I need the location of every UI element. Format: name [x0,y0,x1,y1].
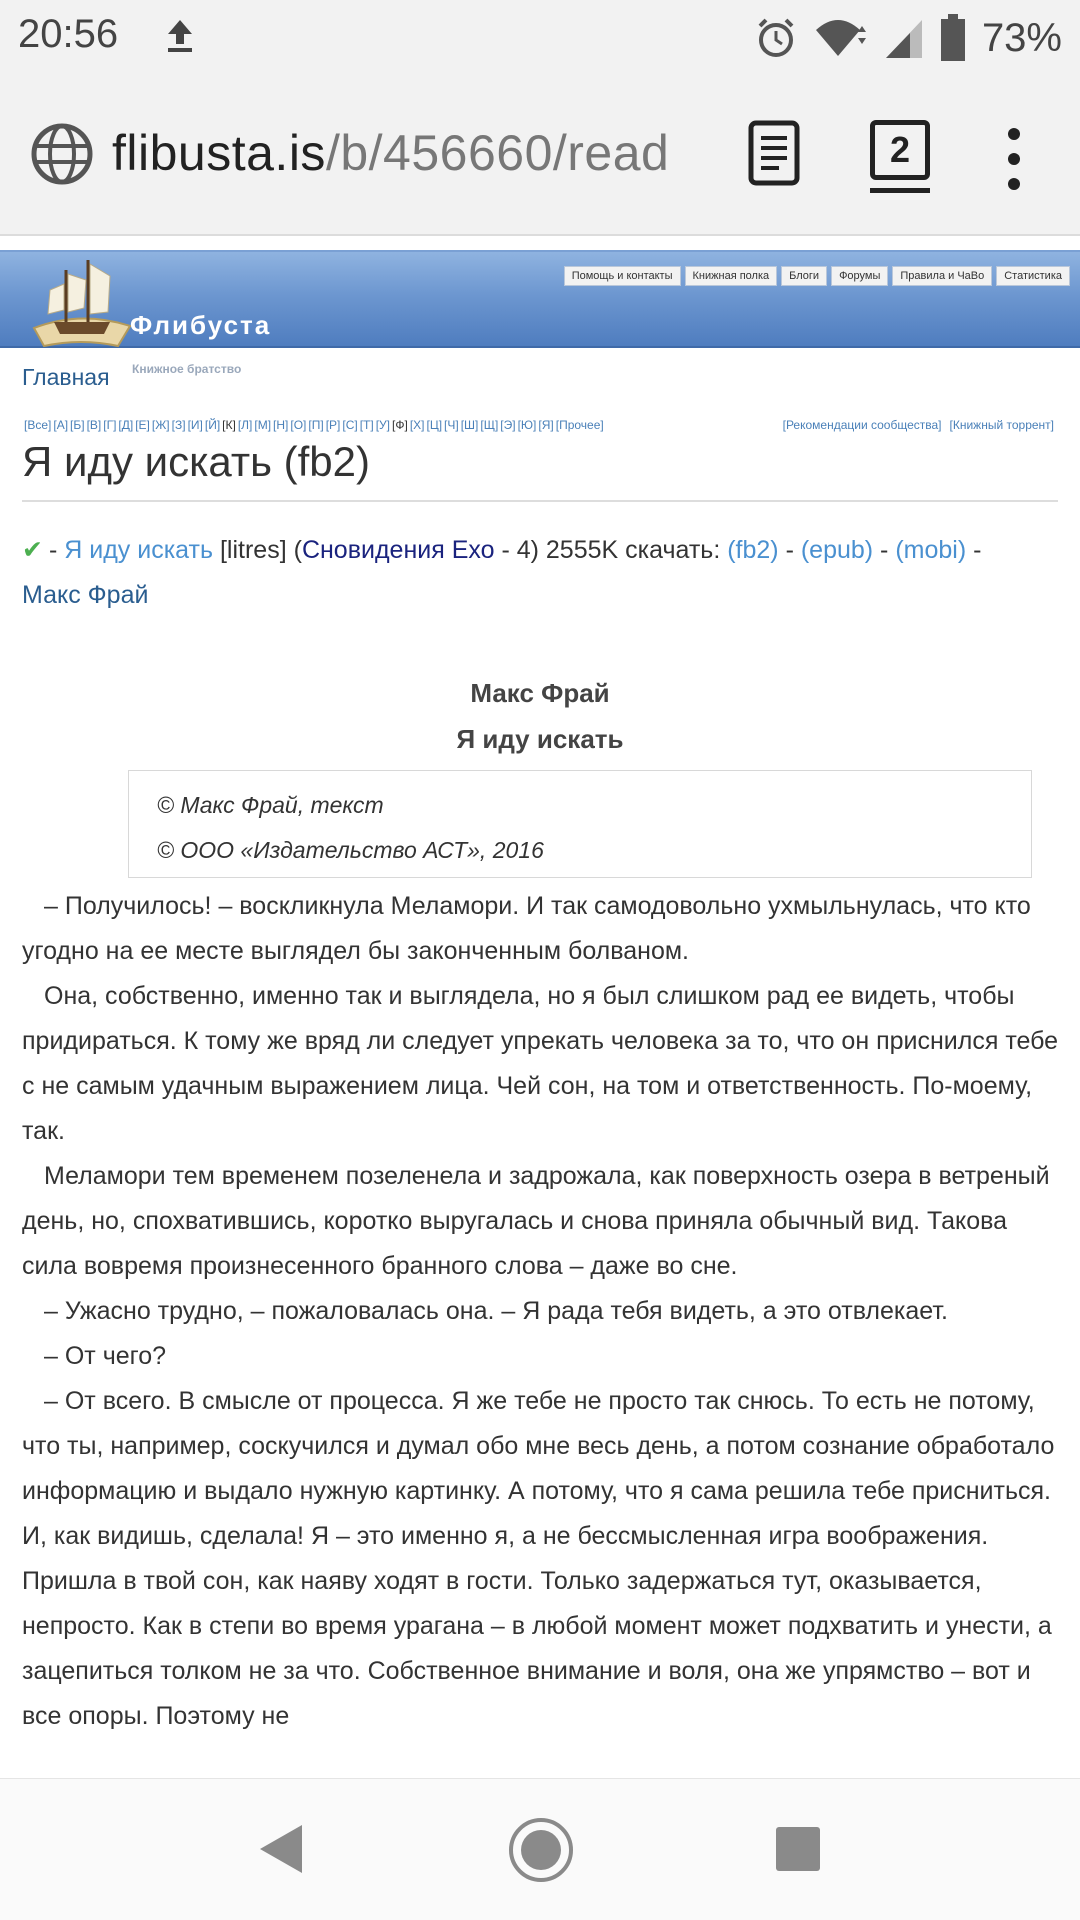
series-link[interactable]: Сновидения Ехо [302,536,495,564]
topnav-help[interactable]: Помощь и контакты [563,266,681,286]
series-open-paren: ( [293,536,302,564]
topnav-forums[interactable]: Форумы [831,266,889,286]
sep: - [778,536,801,564]
alphabet-link[interactable]: [Ц] [426,418,442,432]
alphabet-link[interactable]: [Все] [24,418,51,432]
book-info-line: ✔ - Я иду искать [litres] (Сновидения Ехо… [22,528,1062,618]
recommendations-link[interactable]: [Рекомендации сообщества] [783,418,942,432]
text-paragraph: – Получилось! – воскликнула Меламори. И … [22,892,1031,965]
alphabet-link[interactable]: [Прочее] [556,418,604,432]
alphabet-link[interactable]: [Э] [500,418,515,432]
book-line-prefix: - [48,536,58,564]
download-mobi-link[interactable]: (mobi) [895,536,966,564]
book-title-heading: Я иду искать [456,724,624,754]
status-bar: 20:56 73% [0,0,1080,76]
torrent-link[interactable]: [Книжный торрент] [950,418,1054,432]
browser-toolbar: flibusta.is/b/456660/read 2 [0,76,1080,236]
alphabet-link[interactable]: [М] [254,418,271,432]
site-slogan: Книжное братство [132,362,242,376]
book-author-heading: Макс Фрай [470,678,610,708]
page-title: Я иду искать (fb2) [22,438,370,485]
system-nav-bar [0,1778,1080,1920]
alphabet-link[interactable]: [Б] [70,418,85,432]
back-icon[interactable] [256,1823,304,1875]
status-icons: 73% [754,10,1062,66]
text-paragraph: – От всего. В смысле от процесса. Я же т… [22,1387,1055,1730]
battery-icon [940,14,965,61]
book-text: – Получилось! – воскликнула Меламори. И … [22,884,1062,1778]
url-domain: flibusta.is [112,125,326,181]
alphabet-index: [Все] [А] [Б] [В] [Г] [Д] [Е] [Ж] [З] [И] [Й] [К] [Л… [24,418,606,432]
sep: - [966,536,982,564]
alphabet-link[interactable]: [В] [87,418,102,432]
alphabet-link[interactable]: [О] [290,418,306,432]
status-time: 20:56 [18,12,119,56]
alphabet-link[interactable]: [Ж] [152,418,170,432]
ship-logo-icon[interactable] [26,250,136,354]
alphabet-link[interactable]: [Щ] [480,418,498,432]
sep: - [873,536,896,564]
wifi-icon [815,20,866,56]
download-fb2-link[interactable]: (fb2) [727,536,778,564]
copyright-line: © ООО «Издательство АСТ», 2016 [157,837,544,863]
topnav-rules[interactable]: Правила и ЧаВо [892,266,993,286]
community-links: [Рекомендации сообщества] [Книжный торрен… [775,418,1054,432]
alphabet-link[interactable]: [Я] [538,418,553,432]
author-link[interactable]: Макс Фрай [22,581,148,609]
alphabet-link[interactable]: [П] [308,418,323,432]
text-paragraph: Меламори тем временем позеленела и задро… [22,1162,1050,1280]
reader-mode-icon[interactable] [748,120,800,186]
alphabet-link[interactable]: [И] [188,418,203,432]
url-path: /b/456660/read [325,125,670,181]
copyright-line: © Макс Фрай, текст [157,792,384,818]
overflow-menu-icon[interactable] [1004,124,1024,194]
battery-percent: 73% [981,15,1062,60]
alphabet-link[interactable]: [Н] [273,418,288,432]
alphabet-link[interactable]: [Ю] [518,418,537,432]
text-paragraph: – Ужасно трудно, – пожаловалась она. – Я… [44,1297,948,1325]
series-info: - 4) 2555K скачать: [494,536,728,564]
alphabet-link[interactable]: [Х] [410,418,425,432]
alphabet-link[interactable]: [Г] [103,418,116,432]
copyright-box: © Макс Фрай, текст © ООО «Издательство А… [128,770,1032,878]
alphabet-link[interactable]: [Л] [238,418,253,432]
topnav-bookshelf[interactable]: Книжная полка [684,266,778,286]
alphabet-link[interactable]: [Ш] [461,418,479,432]
alphabet-link[interactable]: [Р] [326,418,341,432]
alphabet-link[interactable]: [Й] [205,418,220,432]
alphabet-link[interactable]: [З] [172,418,186,432]
alphabet-link[interactable]: [Д] [118,418,133,432]
alphabet-link[interactable]: [С] [342,418,357,432]
alphabet-link[interactable]: [Ф] [392,418,408,432]
alphabet-link[interactable]: [К] [222,418,236,432]
recent-apps-icon[interactable] [776,1827,820,1871]
alarm-icon [758,18,794,57]
home-link[interactable]: Главная [22,364,110,391]
topnav-stats[interactable]: Статистика [996,266,1070,286]
alphabet-link[interactable]: [Т] [360,418,374,432]
book-link[interactable]: Я иду искать [64,536,213,564]
download-epub-link[interactable]: (epub) [801,536,873,564]
globe-icon[interactable] [30,122,94,186]
check-icon: ✔ [22,536,43,564]
alphabet-link[interactable]: [Е] [135,418,150,432]
text-paragraph: Она, собственно, именно так и выглядела,… [22,982,1059,1145]
tabs-button[interactable]: 2 [870,120,930,180]
alphabet-link[interactable]: [У] [376,418,390,432]
signal-icon [885,20,922,58]
upload-icon [168,20,192,52]
text-paragraph: – От чего? [44,1342,166,1370]
top-nav: Помощь и контакты Книжная полка Блоги Фо… [563,266,1070,286]
title-divider [22,500,1058,502]
address-bar[interactable]: flibusta.is/b/456660/read [112,124,669,182]
publisher-label: [litres] [219,536,287,564]
alphabet-link[interactable]: [Ч] [444,418,459,432]
tabs-underline [870,188,930,193]
alphabet-link[interactable]: [А] [53,418,68,432]
topnav-blogs[interactable]: Блоги [781,266,828,286]
home-icon[interactable] [508,1817,574,1883]
site-name[interactable]: Флибуста [130,310,271,341]
